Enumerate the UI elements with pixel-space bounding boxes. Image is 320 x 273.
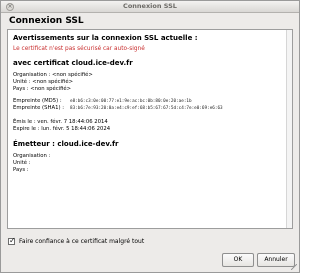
cert-issued-date: Émis le : ven. févr. 7 18:44:06 2014 — [13, 119, 108, 125]
trust-certificate-checkbox[interactable]: ✓ — [8, 236, 16, 245]
certificate-heading: avec certificat cloud.ice-dev.fr — [13, 59, 133, 67]
cert-organisation: Organisation : <non spécifié> — [13, 72, 93, 78]
window-title: Connexion SSL — [123, 2, 177, 10]
warning-text: Le certificat n'est pas sécurisé car aut… — [13, 46, 145, 52]
md5-fingerprint-label: Empreinte (MD5) : — [13, 98, 62, 104]
ok-button[interactable]: OK — [222, 253, 254, 267]
issuer-organisation: Organisation : — [13, 153, 51, 159]
checkmark-icon: ✓ — [9, 236, 16, 245]
trust-certificate-label[interactable]: Faire confiance à ce certificat malgré t… — [19, 238, 144, 245]
issuer-country: Pays : — [13, 167, 29, 173]
md5-fingerprint-value: e8:b6:c3:0e:00:77:e1:9e:ac:bc:0b:80:0e:2… — [70, 99, 192, 104]
cert-country: Pays : <non spécifié> — [13, 86, 72, 92]
cert-unit: Unité : <non spécifié> — [13, 79, 74, 85]
sha1-fingerprint-label: Empreinte (SHA1) : — [13, 105, 64, 111]
dialog-header-title: Connexion SSL — [9, 16, 84, 26]
panel-scrollbar[interactable] — [286, 30, 292, 228]
window-titlebar[interactable]: × Connexion SSL — [1, 1, 299, 13]
cert-expiry-date: Expire le : lun. févr. 5 18:44:06 2024 — [13, 126, 111, 132]
certificate-details-panel[interactable]: Avertissements sur la connexion SSL actu… — [7, 29, 293, 229]
cancel-button[interactable]: Annuler — [257, 253, 295, 267]
issuer-unit: Unité : — [13, 160, 31, 166]
sha1-fingerprint-value: 83:b6:7e:93:20:0a:e4:c9:ef:68:b5:67:67:5… — [70, 106, 223, 111]
resize-grip-icon[interactable] — [291, 264, 297, 270]
issuer-heading: Émetteur : cloud.ice-dev.fr — [13, 140, 119, 148]
ssl-dialog-window: × Connexion SSL Connexion SSL Avertissem… — [0, 0, 300, 273]
warnings-heading: Avertissements sur la connexion SSL actu… — [13, 34, 198, 42]
